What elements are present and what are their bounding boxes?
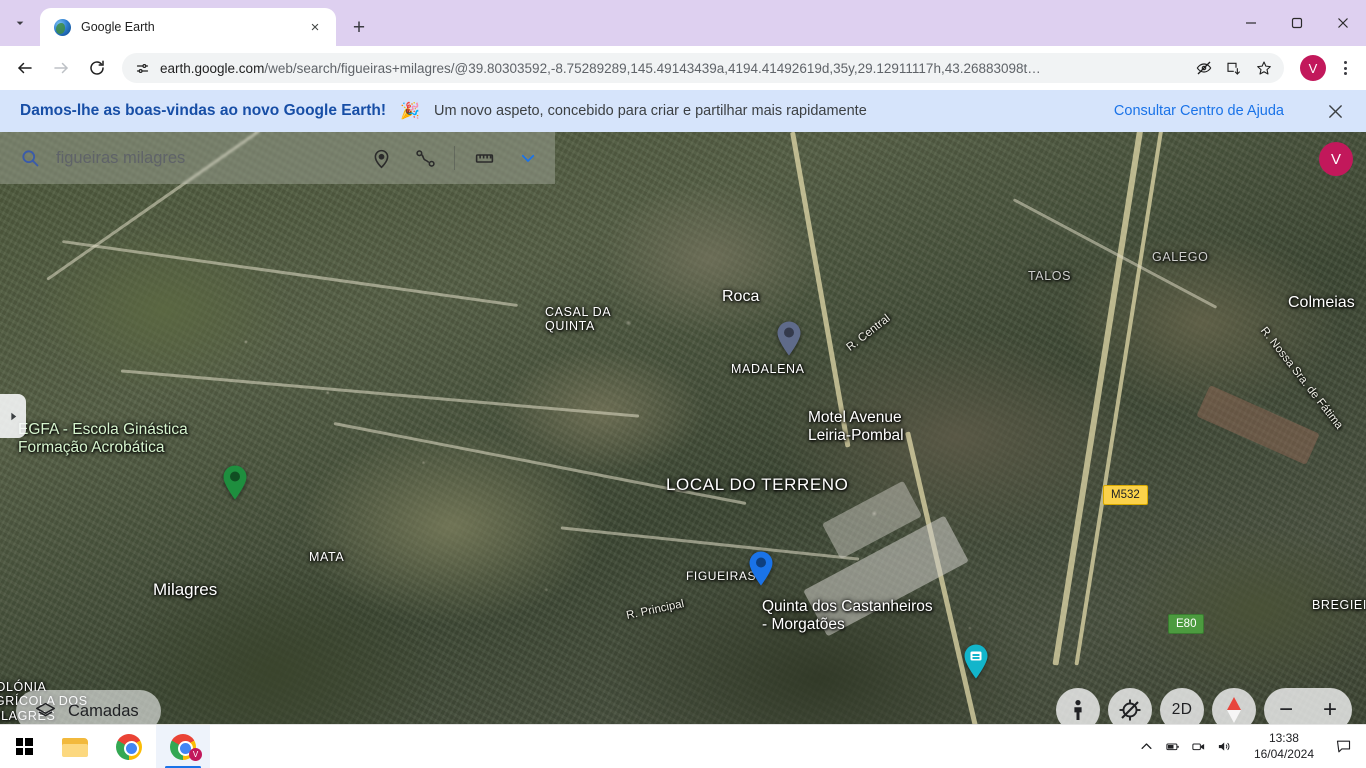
compass-north (1227, 697, 1241, 710)
page-content: Damos-lhe as boas-vindas ao novo Google … (0, 90, 1366, 768)
banner-subtitle: Um novo aspeto, concebido para criar e p… (433, 103, 867, 119)
path-measure-icon[interactable] (410, 143, 440, 173)
close-icon[interactable] (1320, 0, 1366, 46)
volume-icon[interactable] (1212, 725, 1238, 768)
highway-line (905, 431, 985, 755)
profile-badge: V (189, 747, 202, 761)
highway-line (1052, 132, 1146, 666)
install-app-icon[interactable] (1220, 54, 1248, 82)
omnibox-actions (1190, 54, 1278, 82)
windows-taskbar: V 13:38 16/04/2024 (0, 724, 1366, 768)
address-bar[interactable]: earth.google.com/web/search/figueiras+mi… (122, 53, 1284, 83)
place-pin-icon[interactable] (366, 143, 396, 173)
tracking-protection-off-icon[interactable] (1190, 54, 1218, 82)
search-icon (18, 146, 42, 170)
windows-start-icon[interactable] (0, 725, 48, 768)
compass-needle (1221, 697, 1247, 723)
clock-date: 16/04/2024 (1253, 746, 1314, 761)
tab-title: Google Earth (81, 20, 155, 34)
browser-window: Google Earth × + earth.google.com/web/se… (0, 0, 1366, 768)
layers-label: Camadas (68, 701, 139, 720)
result-pin-figueiras[interactable] (748, 550, 774, 586)
building-patch (803, 515, 969, 637)
secondary-road (1012, 198, 1218, 309)
banner-title: Damos-lhe as boas-vindas ao novo Google … (20, 102, 387, 119)
reload-icon[interactable] (80, 51, 114, 85)
place-pin-egfa[interactable] (222, 464, 248, 500)
earth-search-bar[interactable] (0, 132, 555, 184)
folder-glyph (62, 736, 88, 757)
camera-icon[interactable] (1186, 725, 1212, 768)
building-patch (1196, 385, 1320, 465)
tab-strip: Google Earth × + (0, 0, 1366, 46)
show-hidden-icons-chevron[interactable] (1134, 725, 1160, 768)
highway-line (790, 132, 851, 448)
chevron-down-icon[interactable] (513, 143, 543, 173)
clock-time: 13:38 (1268, 730, 1299, 745)
party-popper-icon: 🎉 (400, 103, 420, 120)
road-shield: M532 (1103, 485, 1148, 505)
url-text: earth.google.com/web/search/figueiras+mi… (160, 61, 1182, 76)
toolbar-divider (454, 146, 455, 170)
road-shield: E80 (1168, 614, 1205, 634)
bookmark-star-icon[interactable] (1250, 54, 1278, 82)
browser-profile-avatar[interactable]: V (1300, 55, 1326, 81)
notification-icon[interactable] (1326, 725, 1360, 768)
help-center-link[interactable]: Consultar Centro de Ajuda (1114, 103, 1284, 119)
google-earth-viewer[interactable]: GALEGO TALOS Colmeias CASAL DA QUINTA Roca MA… (0, 132, 1366, 768)
place-pin-hotel[interactable] (963, 643, 989, 679)
site-settings-icon[interactable] (132, 58, 152, 78)
highway-line (1074, 132, 1166, 666)
secondary-road (62, 240, 518, 307)
earth-profile-avatar[interactable]: V (1319, 142, 1353, 176)
url-path: /web/search/figueiras+milagres/@39.80303… (264, 60, 1041, 76)
back-arrow-icon[interactable] (8, 51, 42, 85)
satellite-map-canvas[interactable] (0, 132, 1366, 768)
chrome-profile-icon[interactable]: V (156, 724, 210, 768)
secondary-road (560, 526, 860, 561)
minimize-icon[interactable] (1228, 0, 1274, 46)
earth-favicon (54, 18, 71, 36)
close-icon[interactable]: × (304, 16, 326, 38)
new-tab-button[interactable]: + (342, 10, 376, 44)
url-host: earth.google.com (160, 60, 265, 76)
expand-panel-icon[interactable] (0, 394, 26, 438)
maximize-icon[interactable] (1274, 0, 1320, 46)
place-pin-roca[interactable] (776, 320, 802, 356)
layers-icon (34, 700, 56, 722)
search-input[interactable] (56, 148, 352, 168)
building-patch (821, 480, 923, 560)
chrome-icon[interactable] (102, 725, 156, 768)
browser-tab[interactable]: Google Earth × (40, 8, 336, 46)
battery-icon[interactable] (1160, 725, 1186, 768)
three-dot-menu-icon[interactable] (1332, 53, 1358, 83)
windows-logo (15, 738, 33, 755)
secondary-road (333, 421, 747, 506)
forward-arrow-icon[interactable] (44, 51, 78, 85)
taskbar-clock[interactable]: 13:38 16/04/2024 (1238, 731, 1326, 762)
secondary-road (120, 369, 640, 418)
tab-search-button[interactable] (0, 0, 40, 46)
welcome-banner: Damos-lhe as boas-vindas ao novo Google … (0, 90, 1366, 132)
chrome-glyph (116, 733, 142, 760)
compass-south (1227, 710, 1241, 723)
system-tray: 13:38 16/04/2024 (1134, 725, 1366, 768)
file-explorer-icon[interactable] (48, 725, 102, 768)
ruler-icon[interactable] (469, 143, 499, 173)
browser-toolbar: earth.google.com/web/search/figueiras+mi… (0, 46, 1366, 90)
close-icon[interactable] (1320, 96, 1350, 126)
window-controls (1228, 0, 1366, 46)
